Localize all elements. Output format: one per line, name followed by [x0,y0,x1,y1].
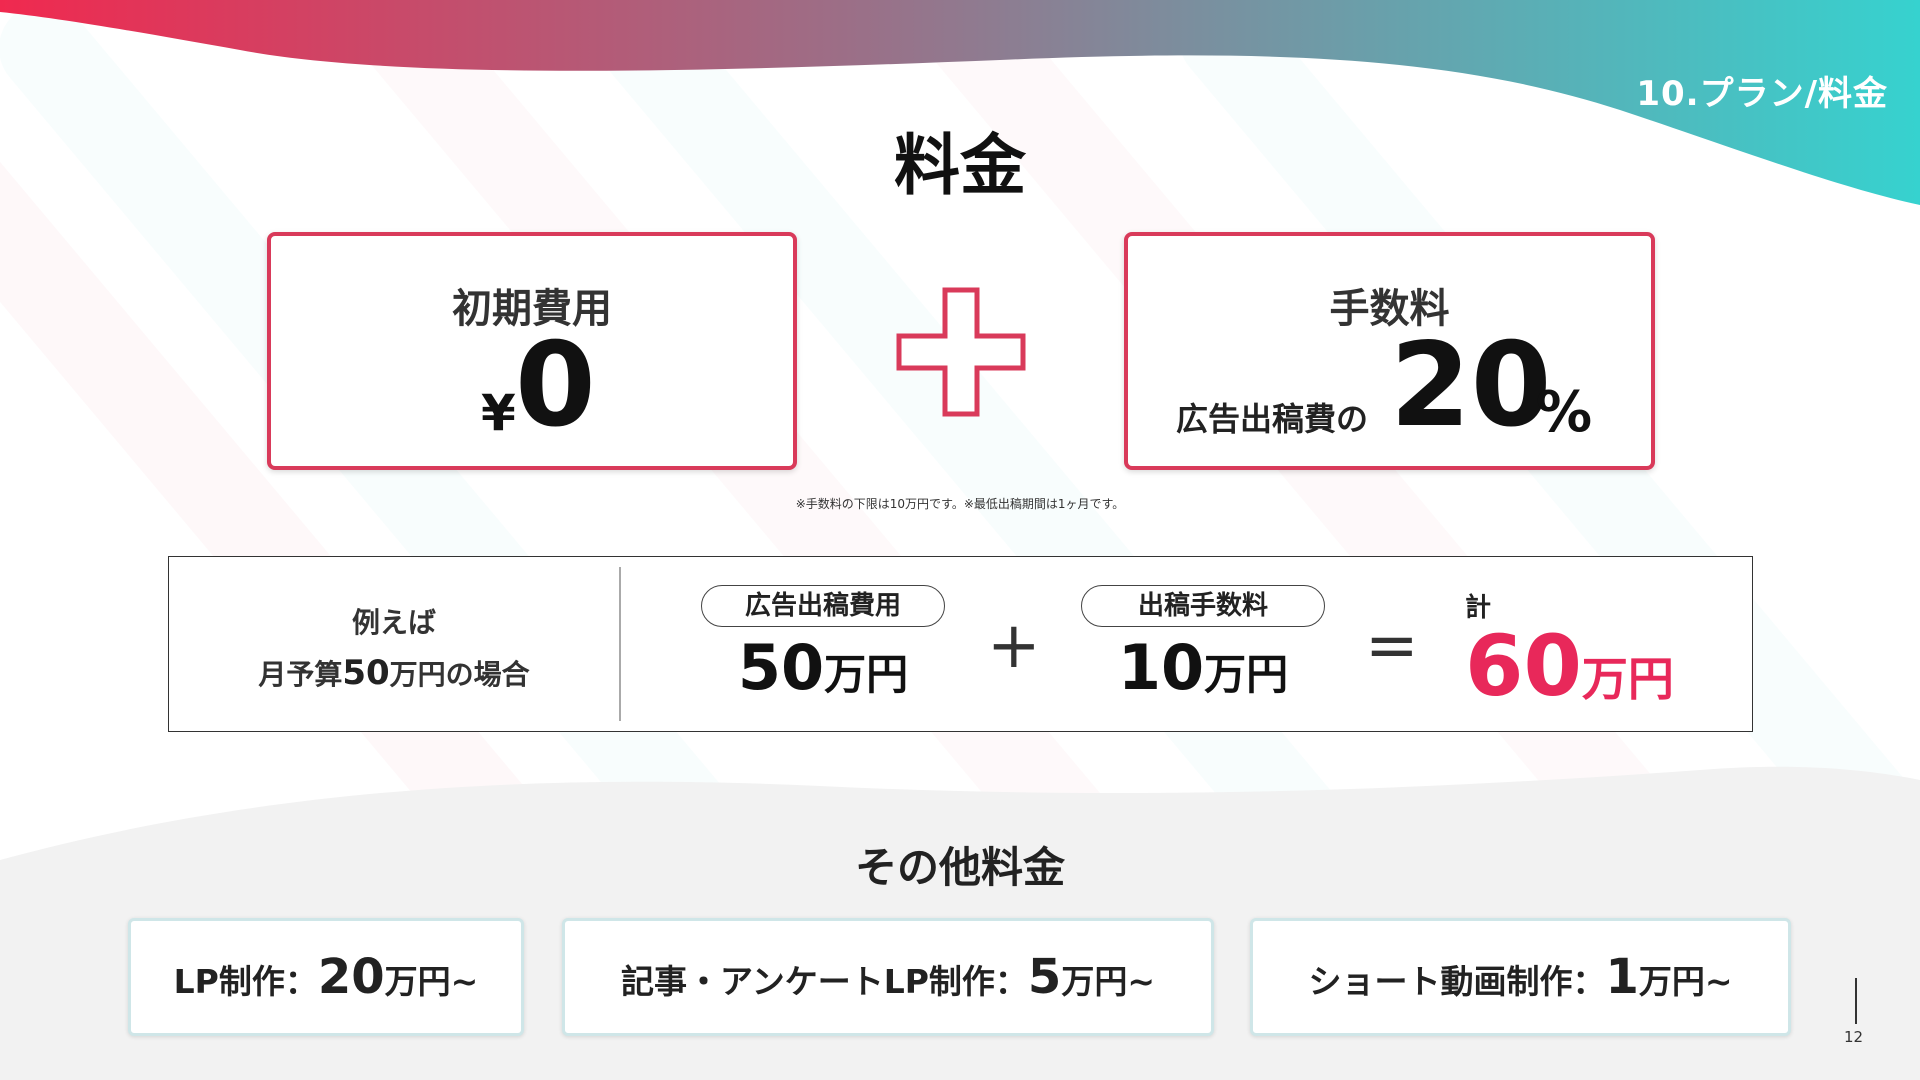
ad-cost-value: 50 [737,631,825,704]
other-fee-card-lp: LP制作：20万円~ [128,918,524,1036]
ad-cost-amount: 50万円 [701,631,945,704]
page-title: 料金 [894,127,1026,204]
commission-value: 20 [1390,318,1552,453]
example-intro-line1: 例えば [351,606,436,639]
other-fee-label: ショート動画制作： [1308,962,1606,1001]
other-fee-unit: 万円~ [384,962,479,1001]
commission-box: 手数料 広告出稿費の 20 % [1124,232,1655,470]
total-value: 60 [1465,617,1582,715]
fee-unit: 万円 [1204,650,1289,699]
page-number: 12 [1844,1028,1864,1046]
example-intro-number: 50 [342,653,390,693]
other-fee-label: 記事・アンケートLP制作： [621,962,1028,1001]
yen-symbol: ¥ [481,384,516,442]
example-intro-line2: 月予算50万円の場合 [169,653,619,693]
other-fee-value: 5 [1027,949,1062,1005]
example-panel: 例えば 月予算50万円の場合 広告出稿費用 50万円 + 出稿手数料 10万円 … [168,556,1753,732]
example-plus-sign: + [987,609,1041,683]
example-divider [619,567,621,721]
section-label: 10.プラン/料金 [1636,74,1888,114]
other-fee-unit: 万円~ [1061,962,1155,1001]
example-equals-sign: = [1365,609,1419,683]
page-number-divider [1855,978,1857,1024]
other-fees-title: その他料金 [854,843,1065,892]
fee-amount: 10万円 [1081,631,1325,704]
commission-prefix: 広告出稿費の [1176,400,1369,438]
percent-symbol: % [1536,380,1593,445]
initial-cost-box: 初期費用 ¥ 0 [267,232,797,470]
fee-label-pill: 出稿手数料 [1081,585,1325,627]
initial-cost-value: 0 [515,318,596,453]
other-fee-unit: 万円~ [1638,962,1733,1001]
plus-symbol-icon [896,287,1026,417]
other-fee-card-article-lp: 記事・アンケートLP制作：5万円~ [562,918,1214,1036]
other-fee-value: 20 [317,949,385,1005]
fee-value: 10 [1117,631,1205,704]
other-fee-value: 1 [1605,949,1639,1005]
total-amount: 60万円 [1465,617,1674,715]
other-fee-label: LP制作： [173,962,318,1001]
ad-cost-unit: 万円 [824,650,909,699]
pricing-footnote: ※手数料の下限は10万円です。※最低出稿期間は1ヶ月です。 [795,497,1125,511]
total-unit: 万円 [1581,652,1674,706]
example-intro-suffix: 万円の場合 [389,658,530,691]
example-intro-prefix: 月予算 [258,658,343,691]
other-fee-card-short-video: ショート動画制作：1万円~ [1250,918,1791,1036]
ad-cost-label-pill: 広告出稿費用 [701,585,945,627]
